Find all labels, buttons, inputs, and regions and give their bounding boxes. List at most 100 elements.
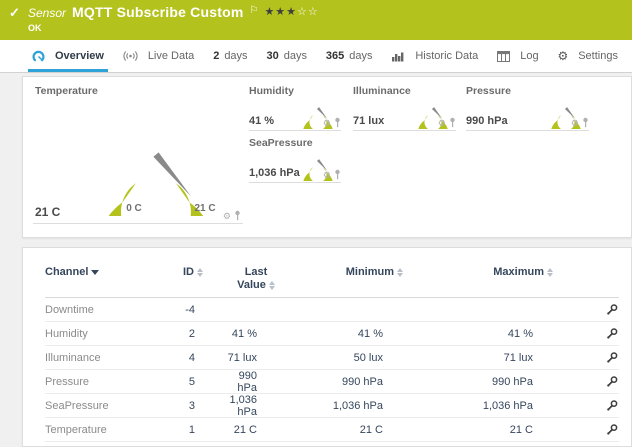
pin-icon[interactable] xyxy=(449,117,456,128)
wrench-icon[interactable] xyxy=(605,327,619,341)
wrench-icon[interactable] xyxy=(605,303,619,317)
wrench-icon[interactable] xyxy=(605,423,619,437)
pin-icon[interactable] xyxy=(234,210,241,221)
gear-icon[interactable]: ⚙ xyxy=(438,119,446,128)
table-row: Illuminance 4 71 lux 50 lux 71 lux xyxy=(45,346,619,370)
priority-stars-empty: ☆☆ xyxy=(297,6,319,18)
status-ok-check-icon: ✓ xyxy=(9,5,20,21)
flag-icon[interactable]: ⚐ xyxy=(249,5,258,16)
table-row: Pressure 5 990 hPa 990 hPa 990 hPa xyxy=(45,370,619,394)
prtg-sensor-page: { "header": { "type_label": "Sensor", "t… xyxy=(0,0,632,444)
tab-log[interactable]: Log xyxy=(493,40,542,72)
gauge-needle xyxy=(153,152,191,196)
status-badge: OK xyxy=(28,23,42,33)
channel-id: 5 xyxy=(167,376,221,388)
channel-minimum: 21 C xyxy=(291,424,411,436)
tab-365-days[interactable]: 365 days xyxy=(322,40,377,72)
channel-last-value: 71 lux xyxy=(221,352,291,364)
tab-label-num: 365 xyxy=(326,50,344,62)
sort-icon xyxy=(269,279,275,292)
channel-maximum: 41 % xyxy=(411,328,561,340)
tab-label: Overview xyxy=(55,50,104,62)
page-title: MQTT Subscribe Custom xyxy=(72,4,243,20)
tab-label: Live Data xyxy=(148,50,194,62)
tab-live-data[interactable]: Live Data xyxy=(119,40,198,72)
broadcast-icon xyxy=(123,50,138,62)
gauge-panel-illuminance[interactable]: Illuminance 71 lux ⚙ xyxy=(353,83,456,131)
gauge-value: 21 C xyxy=(35,205,60,219)
gear-icon[interactable]: ⚙ xyxy=(323,119,331,128)
gauge-scale-max: 21 C xyxy=(183,203,227,214)
tab-bar: Overview Live Data 2 days 30 days 365 da… xyxy=(0,40,632,73)
pin-icon[interactable] xyxy=(582,117,589,128)
gauge-title: Pressure xyxy=(466,85,511,97)
gauge-value: 71 lux xyxy=(353,115,384,127)
channel-maximum: 990 hPa xyxy=(411,376,561,388)
tab-label: days xyxy=(349,50,372,62)
channel-name: SeaPressure xyxy=(45,400,167,412)
table-row: Temperature 1 21 C 21 C 21 C xyxy=(45,418,619,442)
priority-stars[interactable]: ★★★☆☆ xyxy=(264,5,318,18)
priority-stars-filled: ★★★ xyxy=(264,6,297,18)
table-row: Humidity 2 41 % 41 % 41 % xyxy=(45,322,619,346)
gauge-title: Humidity xyxy=(249,85,294,97)
pin-icon[interactable] xyxy=(334,117,341,128)
channel-name: Temperature xyxy=(45,424,167,436)
tab-label: days xyxy=(284,50,307,62)
channel-id: -4 xyxy=(167,304,221,316)
tab-30-days[interactable]: 30 days xyxy=(262,40,311,72)
gauge-value: 1,036 hPa xyxy=(249,167,300,179)
sensor-kind-label: Sensor xyxy=(28,6,66,20)
bar-chart-icon xyxy=(391,51,405,62)
column-header-channel[interactable]: Channel xyxy=(45,264,167,279)
tab-overview[interactable]: Overview xyxy=(28,40,108,72)
gauge-panel-humidity[interactable]: Humidity 41 % ⚙ xyxy=(249,83,341,131)
tab-label-num: 2 xyxy=(213,50,219,62)
sensor-title-row: Sensor MQTT Subscribe Custom ⚐ ★★★☆☆ xyxy=(28,4,319,20)
column-header-minimum[interactable]: Minimum xyxy=(291,264,411,279)
column-header-maximum[interactable]: Maximum xyxy=(411,264,561,279)
channel-minimum: 41 % xyxy=(291,328,411,340)
pin-icon[interactable] xyxy=(334,169,341,180)
channel-last-value: 990 hPa xyxy=(221,370,291,394)
column-header-id[interactable]: ID xyxy=(167,264,221,279)
gear-icon[interactable]: ⚙ xyxy=(223,212,231,221)
gauge-scale-min: 0 C xyxy=(112,203,156,214)
column-header-last-value[interactable]: Last Value xyxy=(221,264,291,292)
sort-desc-icon xyxy=(91,270,99,275)
tab-settings[interactable]: ⚙ Settings xyxy=(553,40,622,72)
channel-name: Downtime xyxy=(45,304,167,316)
gear-icon[interactable]: ⚙ xyxy=(323,171,331,180)
tab-label: Log xyxy=(520,50,538,62)
wrench-icon[interactable] xyxy=(605,351,619,365)
channel-id: 4 xyxy=(167,352,221,364)
gauge-panel-temperature[interactable]: Temperature 0 C 21 C 21 C ⚙ xyxy=(33,81,243,224)
wrench-icon[interactable] xyxy=(605,399,619,413)
channel-last-value: 1,036 hPa xyxy=(221,394,291,418)
channel-minimum: 50 lux xyxy=(291,352,411,364)
gauge-panel-seapressure[interactable]: SeaPressure 1,036 hPa ⚙ xyxy=(249,135,341,183)
channel-id: 1 xyxy=(167,424,221,436)
channel-id: 2 xyxy=(167,328,221,340)
sort-icon xyxy=(547,266,553,277)
wrench-icon[interactable] xyxy=(605,375,619,389)
table-row: Downtime -4 xyxy=(45,298,619,322)
tab-2-days[interactable]: 2 days xyxy=(209,40,251,72)
tab-label: days xyxy=(224,50,247,62)
channel-name: Humidity xyxy=(45,328,167,340)
channel-last-value: 41 % xyxy=(221,328,291,340)
channel-id: 3 xyxy=(167,400,221,412)
gear-icon[interactable]: ⚙ xyxy=(571,119,579,128)
tab-label: Historic Data xyxy=(415,50,478,62)
gauge-panel-pressure[interactable]: Pressure 990 hPa ⚙ xyxy=(466,83,589,131)
channel-maximum: 71 lux xyxy=(411,352,561,364)
channel-maximum: 21 C xyxy=(411,424,561,436)
gauge-value: 990 hPa xyxy=(466,115,508,127)
tab-historic-data[interactable]: Historic Data xyxy=(387,40,482,72)
gauge-icon xyxy=(32,50,45,63)
gauges-card: Temperature 0 C 21 C 21 C ⚙ Humidity 41 … xyxy=(22,76,632,238)
table-row: SeaPressure 3 1,036 hPa 1,036 hPa 1,036 … xyxy=(45,394,619,418)
temperature-gauge xyxy=(87,91,227,216)
channel-table-card: Channel ID Last Value Minimum Maximum Do… xyxy=(22,247,632,447)
channel-name: Illuminance xyxy=(45,352,167,364)
